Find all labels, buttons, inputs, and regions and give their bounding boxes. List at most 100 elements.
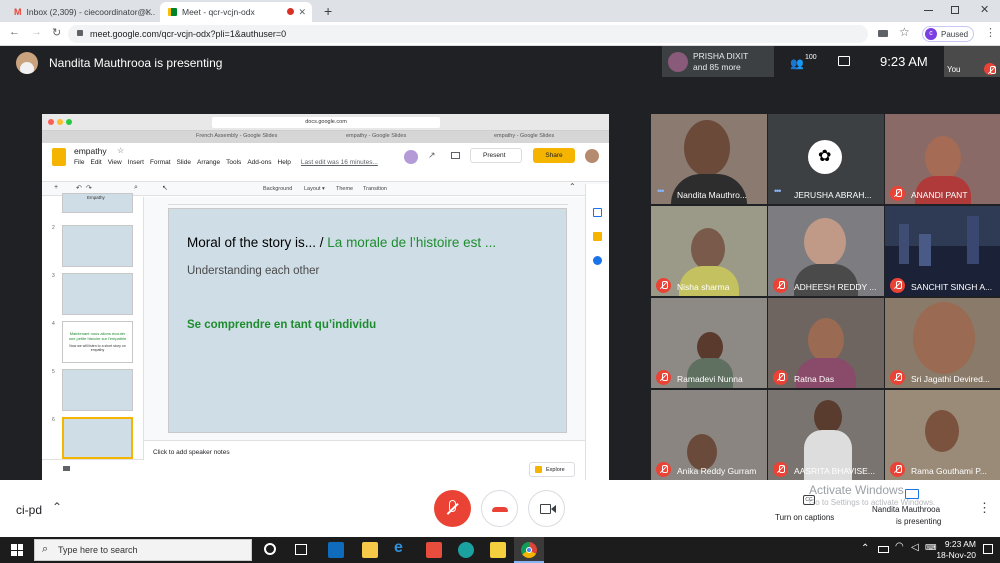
participant-tile[interactable]: ANANDI PANT bbox=[885, 114, 1000, 204]
mic-off-icon bbox=[773, 462, 788, 477]
slide-title: Moral of the story is... / La morale de … bbox=[187, 235, 496, 250]
presenter-avatar bbox=[16, 52, 38, 74]
explore-label: Explore bbox=[546, 466, 565, 473]
participant-tile[interactable]: Rama Gouthami P... bbox=[885, 390, 1000, 480]
keep-icon bbox=[593, 232, 602, 241]
filmstrip-footer bbox=[42, 459, 144, 480]
menu-file: File bbox=[74, 159, 85, 166]
end-call-button[interactable] bbox=[481, 490, 518, 527]
grid-icon bbox=[63, 466, 70, 471]
back-icon[interactable]: ← bbox=[9, 26, 20, 38]
maximize-icon[interactable] bbox=[951, 6, 959, 14]
participant-tile[interactable]: ✿ ••• JERUSHA ABRAH... bbox=[768, 114, 884, 204]
mic-off-icon bbox=[890, 370, 905, 385]
chat-icon[interactable] bbox=[838, 56, 850, 66]
chrome-taskbar-button[interactable] bbox=[514, 537, 544, 563]
participant-name: Nandita Mauthro... bbox=[677, 190, 747, 200]
more-options-icon[interactable]: ⋮ bbox=[978, 500, 991, 516]
menu-arrange: Arrange bbox=[197, 159, 221, 166]
mute-button[interactable] bbox=[434, 490, 471, 527]
top-tile-name: PRISHA DIXIT bbox=[693, 51, 749, 61]
participant-tile[interactable]: ••• Nandita Mauthro... bbox=[651, 114, 767, 204]
speaker-notes-placeholder: Click to add speaker notes bbox=[153, 449, 230, 456]
present-screen-icon bbox=[905, 489, 919, 499]
self-view-tile[interactable]: You bbox=[944, 46, 1000, 77]
slides-logo-icon bbox=[52, 148, 66, 166]
mic-off-icon bbox=[773, 278, 788, 293]
participant-tile[interactable]: Anika Reddy Gurram bbox=[651, 390, 767, 480]
mic-off-icon bbox=[890, 186, 905, 201]
participant-name: Nisha sharma bbox=[677, 282, 730, 292]
wifi-icon[interactable]: ◠ bbox=[895, 541, 904, 552]
redo-icon: ↷ bbox=[86, 185, 92, 192]
filmstrip: Empathy 2 3 4 Maintenant nous allons éco… bbox=[42, 193, 144, 459]
close-window-icon[interactable]: ✕ bbox=[980, 3, 989, 16]
presenting-button[interactable]: Nandita Mauthrooa is presenting bbox=[868, 486, 956, 532]
participant-tile[interactable]: Sri Jagathi Devired... bbox=[885, 298, 1000, 388]
participant-tile[interactable]: Nisha sharma bbox=[651, 206, 767, 296]
participant-tile[interactable]: Ramadevi Nunna bbox=[651, 298, 767, 388]
tab-meet-title: Meet - qcr-vcjn-odx bbox=[182, 7, 255, 17]
participant-video bbox=[814, 400, 842, 434]
star-icon[interactable]: ☆ bbox=[899, 25, 910, 39]
tab-gmail[interactable]: M Inbox (2,309) - ciecoordinator@i... ✕ bbox=[6, 2, 158, 22]
slide-number: 6 bbox=[52, 417, 55, 423]
participant-tile[interactable]: ADHEESH REDDY ... bbox=[768, 206, 884, 296]
slides-header: empathy ☆ File Edit View Insert Format S… bbox=[42, 143, 609, 181]
chevron-up-icon[interactable]: ⌃ bbox=[861, 543, 869, 554]
menu-slide: Slide bbox=[176, 159, 191, 166]
camera-icon[interactable] bbox=[878, 30, 888, 37]
explore-icon bbox=[535, 466, 542, 473]
profile-button[interactable]: c Paused bbox=[922, 26, 974, 42]
new-tab-button[interactable]: + bbox=[324, 3, 332, 19]
menu-edit: Edit bbox=[90, 159, 102, 166]
minimize-icon[interactable] bbox=[924, 10, 933, 11]
participant-tile[interactable]: Ratna Das bbox=[768, 298, 884, 388]
task-view-icon[interactable] bbox=[295, 544, 307, 555]
edge-icon[interactable] bbox=[458, 542, 474, 558]
taskbar-clock[interactable]: 9:23 AM 18-Nov-20 bbox=[918, 539, 976, 560]
rose-icon: ✿ bbox=[818, 148, 832, 165]
camera-button[interactable] bbox=[528, 490, 565, 527]
participant-tile[interactable]: SANCHIT SINGH A... bbox=[885, 206, 1000, 296]
people-button[interactable]: 👥 100 bbox=[790, 54, 817, 72]
windows-taskbar: ⌕ Type here to search e ⌃ ◠ ◁ ⌨ 9:23 AM … bbox=[0, 537, 1000, 563]
participant-video bbox=[925, 136, 961, 180]
meet-clock: 9:23 AM bbox=[880, 54, 928, 69]
city-background bbox=[919, 234, 931, 266]
top-participant-tile[interactable]: PRISHA DIXIT and 85 more bbox=[662, 46, 774, 77]
mic-off-icon bbox=[656, 370, 671, 385]
taskbar-search-box[interactable]: ⌕ Type here to search bbox=[34, 539, 252, 561]
menu-addons: Add-ons bbox=[247, 159, 272, 166]
file-explorer-icon[interactable] bbox=[362, 542, 378, 558]
avatar bbox=[404, 150, 418, 164]
slide-thumb-2 bbox=[62, 225, 133, 267]
battery-icon[interactable] bbox=[878, 546, 889, 553]
participant-name: AASRITA BHAVISE... bbox=[794, 466, 875, 476]
thumb-title: Empathy bbox=[87, 195, 105, 200]
participant-name: ADHEESH REDDY ... bbox=[794, 282, 877, 292]
cortana-icon[interactable] bbox=[264, 543, 276, 555]
outlook-icon[interactable] bbox=[328, 542, 344, 558]
edge-legacy-icon[interactable]: e bbox=[394, 539, 403, 557]
chevron-up-icon[interactable]: ⌃ bbox=[52, 500, 62, 514]
close-icon[interactable]: ✕ bbox=[144, 7, 152, 18]
mic-off-icon bbox=[656, 462, 671, 477]
slides-body: Empathy 2 3 4 Maintenant nous allons éco… bbox=[42, 184, 609, 480]
windows-start-icon[interactable] bbox=[11, 544, 23, 556]
tab-meet[interactable]: Meet - qcr-vcjn-odx ✕ bbox=[160, 2, 312, 22]
tasks-icon bbox=[593, 256, 602, 265]
close-icon[interactable]: ✕ bbox=[298, 7, 306, 18]
slide-thumb-1: Empathy bbox=[62, 193, 133, 213]
sticky-notes-icon[interactable] bbox=[490, 542, 506, 558]
self-label: You bbox=[947, 65, 961, 74]
screen-recorder-icon[interactable] bbox=[426, 542, 442, 558]
url-field[interactable]: meet.google.com/qcr-vcjn-odx?pli=1&authu… bbox=[68, 25, 868, 43]
captions-button[interactable]: CC Turn on captions bbox=[770, 494, 850, 524]
menu-icon[interactable]: ⋮ bbox=[985, 26, 996, 39]
forward-icon[interactable]: → bbox=[31, 26, 42, 38]
notification-icon[interactable] bbox=[983, 544, 993, 554]
tab-gmail-title: Inbox (2,309) - ciecoordinator@i... bbox=[26, 7, 156, 17]
participant-tile[interactable]: AASRITA BHAVISE... bbox=[768, 390, 884, 480]
reload-icon[interactable]: ↻ bbox=[52, 26, 61, 39]
